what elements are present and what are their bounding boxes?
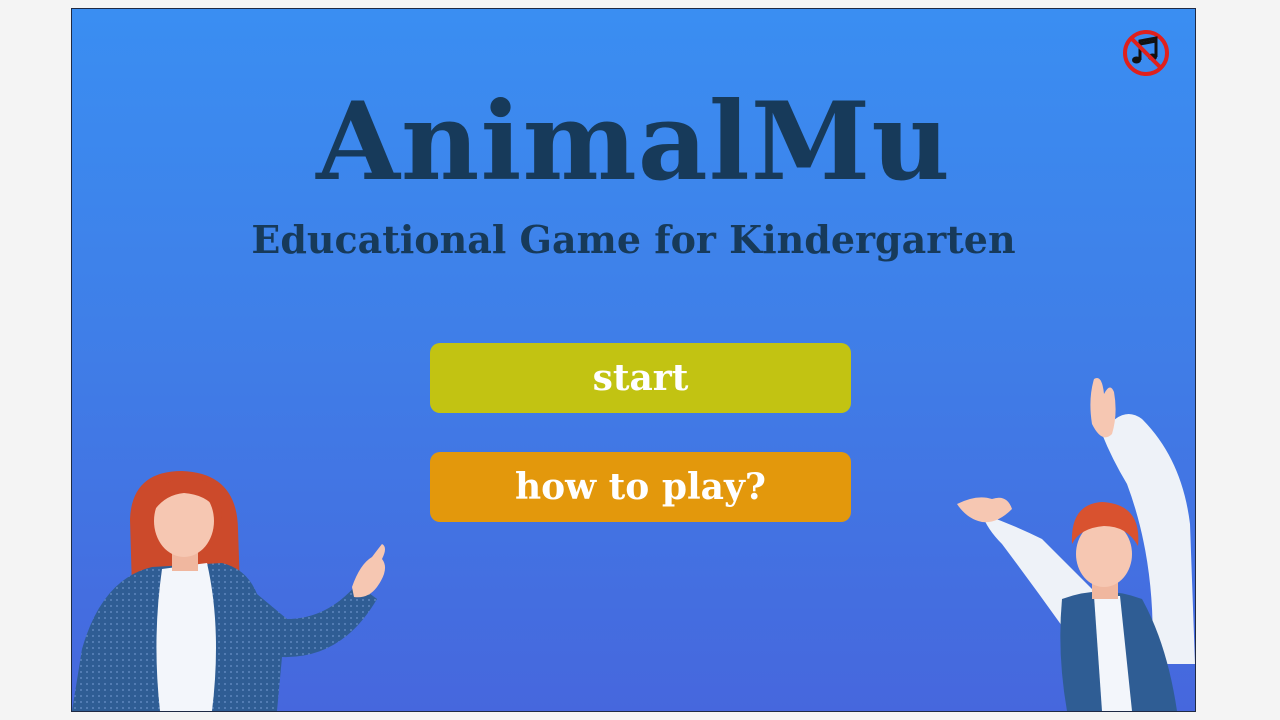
woman-waving-illustration <box>72 471 386 711</box>
how-to-play-button[interactable]: how to play? <box>430 452 851 522</box>
game-subtitle: Educational Game for Kindergarten <box>251 217 1016 262</box>
game-title: AnimalMu <box>316 79 951 205</box>
music-muted-icon <box>1123 30 1169 76</box>
music-toggle-button[interactable] <box>1122 29 1170 77</box>
start-button[interactable]: start <box>430 343 851 413</box>
man-cheering-illustration <box>957 378 1195 711</box>
game-stage: AnimalMu Educational Game for Kindergart… <box>71 8 1196 712</box>
